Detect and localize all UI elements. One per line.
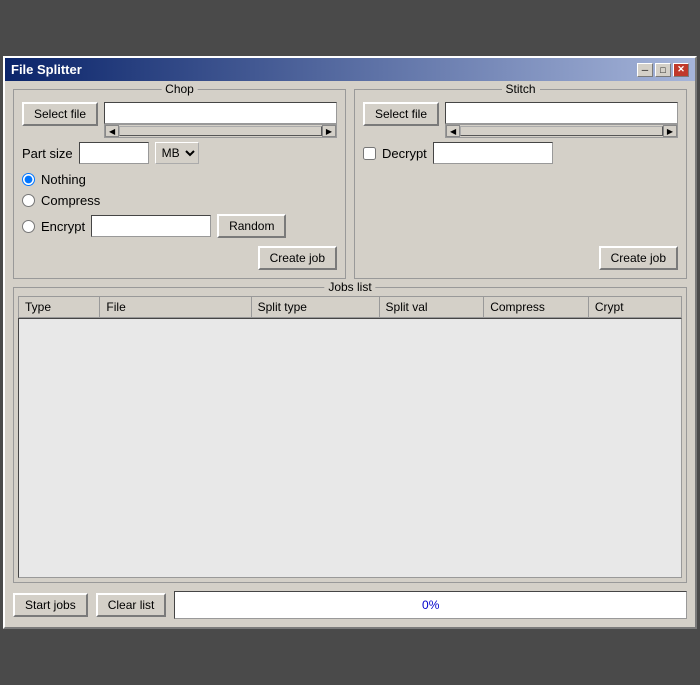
stitch-file-input[interactable] (445, 102, 678, 124)
random-button[interactable]: Random (217, 214, 286, 238)
title-bar-buttons: ─ □ ✕ (637, 63, 689, 77)
radio-nothing-label: Nothing (41, 172, 86, 187)
jobs-section: Jobs list Type File Split type Split val… (13, 287, 687, 583)
chop-panel-inner: Select file ◀ ▶ Part size (22, 102, 337, 270)
chop-file-row: Select file ◀ ▶ (22, 102, 337, 138)
col-header-type: Type (19, 297, 100, 318)
chop-legend: Chop (161, 82, 198, 96)
chop-file-input[interactable] (104, 102, 337, 124)
part-size-label: Part size (22, 146, 73, 161)
encrypt-input[interactable] (91, 215, 211, 237)
encrypt-row: Encrypt Random (22, 214, 337, 238)
stitch-scrollbar-thumb[interactable] (460, 126, 663, 136)
radio-compress-row: Compress (22, 193, 337, 208)
progress-text: 0% (422, 598, 439, 612)
chop-scrollbar-left[interactable]: ◀ (105, 125, 119, 137)
stitch-file-row: Select file ◀ ▶ (363, 102, 678, 138)
jobs-table: Type File Split type Split val Compress … (18, 296, 682, 318)
radio-encrypt[interactable] (22, 220, 35, 233)
radio-encrypt-label: Encrypt (41, 219, 85, 234)
chop-panel: Chop Select file ◀ ▶ (13, 89, 346, 279)
chop-file-scrollbar: ◀ ▶ (104, 124, 337, 138)
col-header-splitval: Split val (379, 297, 484, 318)
progress-box: 0% (174, 591, 687, 619)
bottom-row: Start jobs Clear list 0% (13, 591, 687, 619)
title-bar: File Splitter ─ □ ✕ (5, 58, 695, 81)
col-header-splittype: Split type (251, 297, 379, 318)
col-header-compress: Compress (484, 297, 589, 318)
decrypt-checkbox[interactable] (363, 147, 376, 160)
decrypt-row: Decrypt (363, 142, 678, 164)
panels-row: Chop Select file ◀ ▶ (13, 89, 687, 279)
jobs-legend: Jobs list (324, 280, 375, 294)
chop-select-file-button[interactable]: Select file (22, 102, 98, 126)
window-title: File Splitter (11, 62, 82, 77)
stitch-panel-inner: Select file ◀ ▶ Decry (363, 102, 678, 270)
radio-nothing[interactable] (22, 173, 35, 186)
jobs-table-head: Type File Split type Split val Compress … (19, 297, 682, 318)
chop-create-job-button[interactable]: Create job (258, 246, 337, 270)
chop-scrollbar-thumb[interactable] (119, 126, 322, 136)
part-size-row: Part size MB KB GB (22, 142, 337, 164)
close-button[interactable]: ✕ (673, 63, 689, 77)
clear-list-button[interactable]: Clear list (96, 593, 167, 617)
stitch-panel: Stitch Select file ◀ ▶ (354, 89, 687, 279)
radio-compress-label: Compress (41, 193, 100, 208)
stitch-scrollbar-left[interactable]: ◀ (446, 125, 460, 137)
decrypt-label: Decrypt (382, 146, 427, 161)
jobs-body-area (18, 318, 682, 578)
stitch-file-input-wrapper: ◀ ▶ (445, 102, 678, 138)
stitch-scrollbar-right[interactable]: ▶ (663, 125, 677, 137)
stitch-file-scrollbar: ◀ ▶ (445, 124, 678, 138)
unit-dropdown[interactable]: MB KB GB (155, 142, 199, 164)
maximize-button[interactable]: □ (655, 63, 671, 77)
chop-create-job-row: Create job (22, 246, 337, 270)
radio-compress[interactable] (22, 194, 35, 207)
stitch-create-job-row: Create job (363, 246, 678, 270)
main-content: Chop Select file ◀ ▶ (5, 81, 695, 627)
chop-file-input-wrapper: ◀ ▶ (104, 102, 337, 138)
decrypt-input[interactable] (433, 142, 553, 164)
stitch-legend: Stitch (501, 82, 539, 96)
stitch-create-job-button[interactable]: Create job (599, 246, 678, 270)
part-size-input[interactable] (79, 142, 149, 164)
stitch-select-file-button[interactable]: Select file (363, 102, 439, 126)
col-header-crypt: Crypt (588, 297, 681, 318)
minimize-button[interactable]: ─ (637, 63, 653, 77)
col-header-file: File (100, 297, 251, 318)
start-jobs-button[interactable]: Start jobs (13, 593, 88, 617)
jobs-table-wrapper: Type File Split type Split val Compress … (18, 296, 682, 578)
jobs-table-header-row: Type File Split type Split val Compress … (19, 297, 682, 318)
radio-nothing-row: Nothing (22, 172, 337, 187)
chop-scrollbar-right[interactable]: ▶ (322, 125, 336, 137)
main-window: File Splitter ─ □ ✕ Chop Select file (3, 56, 697, 629)
